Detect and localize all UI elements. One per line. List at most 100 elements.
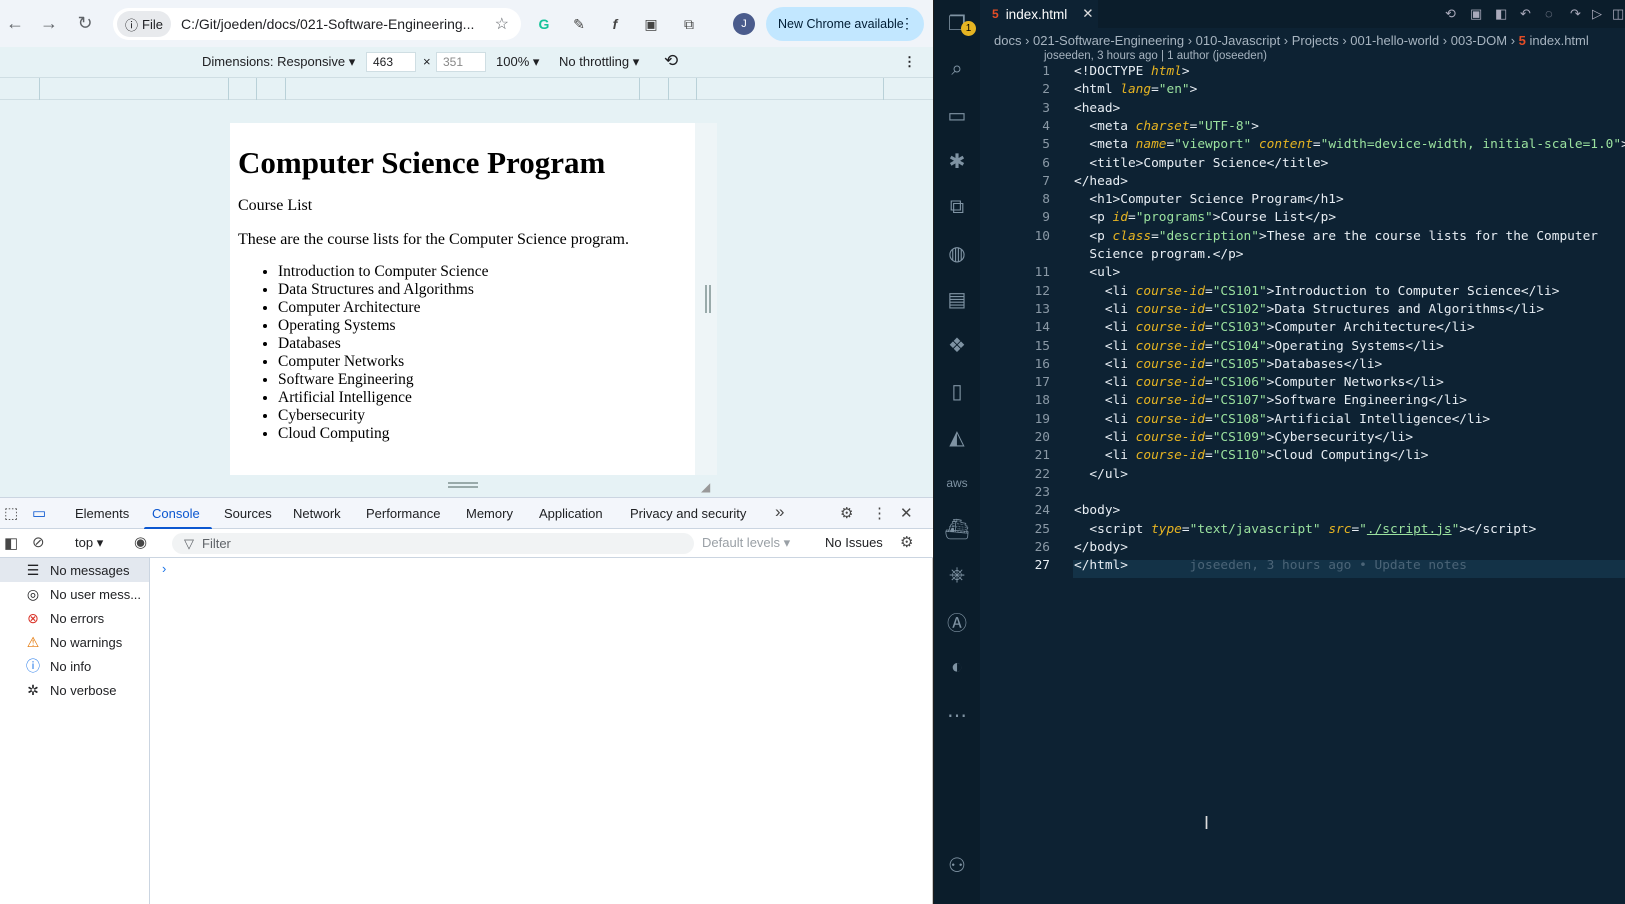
site-info-chip[interactable]: ⓘ File	[117, 11, 171, 37]
clear-console-icon[interactable]: ⊘	[32, 533, 45, 551]
github-icon[interactable]: ◍	[942, 238, 972, 268]
timeline-icon[interactable]: ⟲	[1445, 6, 1456, 22]
close-tab-icon[interactable]: ✕	[1082, 6, 1093, 22]
breadcrumb-item[interactable]: Projects	[1292, 33, 1339, 48]
containers-icon[interactable]: ▤	[942, 284, 972, 314]
new-chrome-available-button[interactable]: New Chrome available ⋮	[766, 7, 924, 41]
line-number: 25	[1034, 521, 1050, 537]
docker-icon[interactable]: ⛴	[942, 514, 972, 544]
console-prompt[interactable]: ›	[162, 561, 166, 576]
tab-network[interactable]: Network	[293, 506, 341, 521]
sidebar-item-warnings[interactable]: ⚠ No warnings	[0, 630, 149, 654]
dimension-separator: ×	[423, 54, 431, 69]
devtools-menu-icon[interactable]: ⋮	[872, 504, 887, 522]
console-settings-gear-icon[interactable]: ⚙	[900, 533, 913, 551]
sidebar-toggle-icon[interactable]: ◧	[4, 534, 18, 552]
previous-change-icon[interactable]: ↶	[1520, 6, 1531, 22]
more-tabs-icon[interactable]: »	[775, 502, 784, 522]
code-line: <ul>	[1089, 265, 1121, 281]
color-picker-extension-icon[interactable]: ✎	[568, 13, 590, 35]
width-input[interactable]: 463	[366, 52, 416, 72]
rotate-icon[interactable]: ⟲	[664, 51, 678, 71]
debug-icon[interactable]: ✱	[942, 146, 972, 176]
device-toggle-icon[interactable]: ▭	[32, 504, 46, 522]
tab-application[interactable]: Application	[539, 506, 603, 521]
code-line: <meta charset="UTF-8">	[1089, 118, 1259, 134]
height-input[interactable]: 351	[436, 52, 486, 72]
python-icon[interactable]: ❖	[942, 330, 972, 360]
close-devtools-icon[interactable]: ✕	[900, 504, 913, 522]
breadcrumb-item[interactable]: 001-hello-world	[1350, 33, 1439, 48]
notebook-icon[interactable]: ▯	[942, 376, 972, 406]
media-query-ruler[interactable]	[0, 78, 933, 100]
context-selector[interactable]: top ▾	[75, 535, 103, 551]
sidebar-item-user-messages[interactable]: ◎ No user mess...	[0, 582, 149, 606]
height-resize-handle[interactable]	[448, 482, 478, 488]
breadcrumb-item[interactable]: 003-DOM	[1451, 33, 1507, 48]
tab-index-html[interactable]: 5 index.html ✕	[980, 0, 1098, 28]
console-filter-input[interactable]: ▽ Filter	[172, 533, 694, 554]
line-number: 12	[1034, 283, 1050, 299]
device-toolbar-more-icon[interactable]: ⋮	[903, 54, 916, 70]
font-extension-icon[interactable]: f	[604, 13, 626, 35]
next-change-icon[interactable]: ↷	[1570, 6, 1581, 22]
reload-button[interactable]: ↻	[70, 8, 100, 38]
forward-button[interactable]: →	[34, 8, 64, 38]
breadcrumb-item[interactable]: index.html	[1530, 33, 1589, 48]
tab-console[interactable]: Console	[152, 506, 200, 521]
tab-memory[interactable]: Memory	[466, 506, 513, 521]
width-resize-handle[interactable]	[705, 285, 711, 313]
sidebar-item-messages[interactable]: ☰ No messages	[0, 558, 149, 582]
tab-elements[interactable]: Elements	[75, 506, 129, 521]
split-editor-icon[interactable]: ◫	[1612, 6, 1624, 22]
back-button[interactable]: ←	[0, 8, 30, 38]
azure-icon[interactable]: ◭	[942, 422, 972, 452]
code-line: <li course-id="CS109">Cybersecurity</li>	[1104, 430, 1414, 445]
breadcrumb-item[interactable]: docs	[994, 33, 1021, 48]
codelens-blame[interactable]: joseeden, 3 hours ago | 1 author (joseed…	[1044, 50, 1267, 62]
address-bar[interactable]: ⓘ File C:/Git/joeden/docs/021-Software-E…	[113, 8, 521, 40]
remote-explorer-icon[interactable]: ▭	[942, 100, 972, 130]
search-icon[interactable]: ⌕	[942, 54, 972, 84]
ansible-icon[interactable]: Ⓐ	[942, 606, 972, 636]
commit-icon[interactable]: ◌	[1545, 6, 1553, 21]
inspect-element-icon[interactable]: ⬚	[4, 504, 18, 522]
profile-avatar[interactable]: J	[733, 13, 755, 35]
url-text[interactable]: C:/Git/joeden/docs/021-Software-Engineer…	[181, 16, 481, 32]
line-number: 14	[1034, 320, 1050, 336]
kubernetes-icon[interactable]: ⎈	[942, 560, 972, 590]
sidebar-item-info[interactable]: ⓘ No info	[0, 654, 149, 678]
line-number: 19	[1034, 411, 1050, 427]
tab-performance[interactable]: Performance	[366, 506, 440, 521]
issues-counter[interactable]: No Issues	[825, 535, 883, 550]
code-editor[interactable]: 1 2 3 4 5 6 7 8 9 10 11 12 13 14 15 16 1…	[980, 64, 1625, 904]
corner-resize-handle[interactable]: ◢	[701, 480, 710, 494]
breadcrumb-item[interactable]: 021-Software-Engineering	[1033, 33, 1184, 48]
live-expression-eye-icon[interactable]: ◉	[134, 533, 147, 551]
more-views-icon[interactable]: ⋯	[942, 700, 972, 730]
screenshot-extension-icon[interactable]: ▣	[640, 13, 662, 35]
throttling-dropdown[interactable]: No throttling ▾	[559, 54, 639, 70]
sidebar-item-verbose[interactable]: ✲ No verbose	[0, 678, 149, 702]
tab-sources[interactable]: Sources	[224, 506, 272, 521]
breadcrumb-item[interactable]: 010-Javascript	[1196, 33, 1281, 48]
gitlens-icon[interactable]: ◐	[942, 652, 972, 682]
sidebar-item-errors[interactable]: ⊗ No errors	[0, 606, 149, 630]
run-icon[interactable]: ▷	[1592, 6, 1602, 22]
open-changes-icon[interactable]: ◧	[1495, 6, 1507, 22]
settings-gear-icon[interactable]: ⚙	[840, 504, 853, 522]
accounts-icon[interactable]: ⚇	[942, 850, 972, 880]
extensions-puzzle-icon[interactable]: ⧉	[678, 13, 700, 35]
log-levels-dropdown[interactable]: Default levels ▾	[702, 535, 790, 551]
bookmark-star-icon[interactable]: ☆	[495, 14, 509, 34]
preview-icon[interactable]: ▣	[1470, 6, 1482, 22]
chrome-menu-icon[interactable]: ⋮	[900, 15, 914, 32]
dimensions-dropdown[interactable]: Dimensions: Responsive ▾	[202, 54, 355, 70]
source-control-icon[interactable]: ⧉	[942, 192, 972, 222]
grammarly-extension-icon[interactable]: G	[533, 13, 555, 35]
code-line: <li course-id="CS105">Databases</li>	[1104, 356, 1383, 372]
aws-icon[interactable]: aws	[942, 468, 972, 498]
tab-privacy-and-security[interactable]: Privacy and security	[630, 506, 746, 521]
zoom-dropdown[interactable]: 100% ▾	[496, 54, 539, 70]
